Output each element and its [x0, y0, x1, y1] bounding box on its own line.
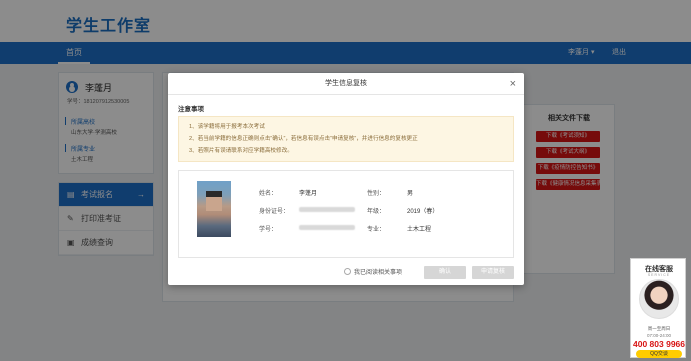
modal-title: 学生信息复核 — [325, 80, 367, 87]
modal-header: 学生信息复核 × — [168, 73, 524, 95]
notice-box: 1、该学籍将用于报考本次考试 2、若当前学籍的信息正确则点击“确认”，若信息有误… — [178, 116, 514, 162]
grade-label: 年级： — [367, 209, 386, 215]
notice-heading: 注意事项 — [178, 106, 204, 113]
service-hours-days: 周一至周日 — [647, 326, 671, 331]
student-info-card: 姓名： 李蓬月 性别： 男 身份证号： 年级： 2019（春） 学号： 专业： … — [178, 170, 514, 258]
apply-review-button[interactable]: 申请复核 — [472, 266, 514, 279]
gender-value: 男 — [407, 191, 414, 197]
confirm-button[interactable]: 确认 — [424, 266, 466, 279]
online-service-widget[interactable]: 在线客服 SERVICE 周一至周日 07:00-24:00 400 803 9… — [630, 258, 686, 358]
close-icon[interactable]: × — [510, 76, 516, 92]
student-photo — [197, 181, 231, 237]
modal-footer: 我已阅读相关事项 确认 申请复核 — [168, 263, 524, 283]
major-label: 专业： — [367, 227, 386, 233]
gender-label: 性别： — [367, 191, 386, 197]
notice-line: 1、该学籍将用于报考本次考试 — [189, 124, 265, 130]
id-number-label: 身份证号： — [259, 209, 290, 215]
major-value: 土木工程 — [407, 227, 432, 233]
agree-label[interactable]: 我已阅读相关事项 — [354, 267, 402, 276]
agree-radio[interactable] — [344, 268, 351, 275]
service-hours-time: 07:00-24:00 — [646, 333, 672, 338]
notice-line: 2、若当前学籍的信息正确则点击“确认”，若信息有误点击“申请复核”，并进行信息的… — [189, 136, 418, 142]
info-review-modal: 学生信息复核 × 注意事项 1、该学籍将用于报考本次考试 2、若当前学籍的信息正… — [168, 73, 524, 285]
service-agent-avatar — [639, 279, 679, 319]
notice-line: 3、若照片有误请联系对应学籍高校修改。 — [189, 148, 293, 154]
grade-value: 2019（春） — [407, 209, 439, 215]
service-subtitle: SERVICE — [647, 273, 671, 277]
student-no-blurred — [299, 225, 355, 230]
service-phone: 400 803 9966 — [633, 339, 685, 349]
id-number-blurred — [299, 207, 355, 212]
qq-chat-button[interactable]: QQ交谈 — [636, 350, 682, 358]
name-value: 李蓬月 — [299, 191, 318, 197]
student-no-label: 学号： — [259, 227, 278, 233]
name-label: 姓名： — [259, 191, 278, 197]
